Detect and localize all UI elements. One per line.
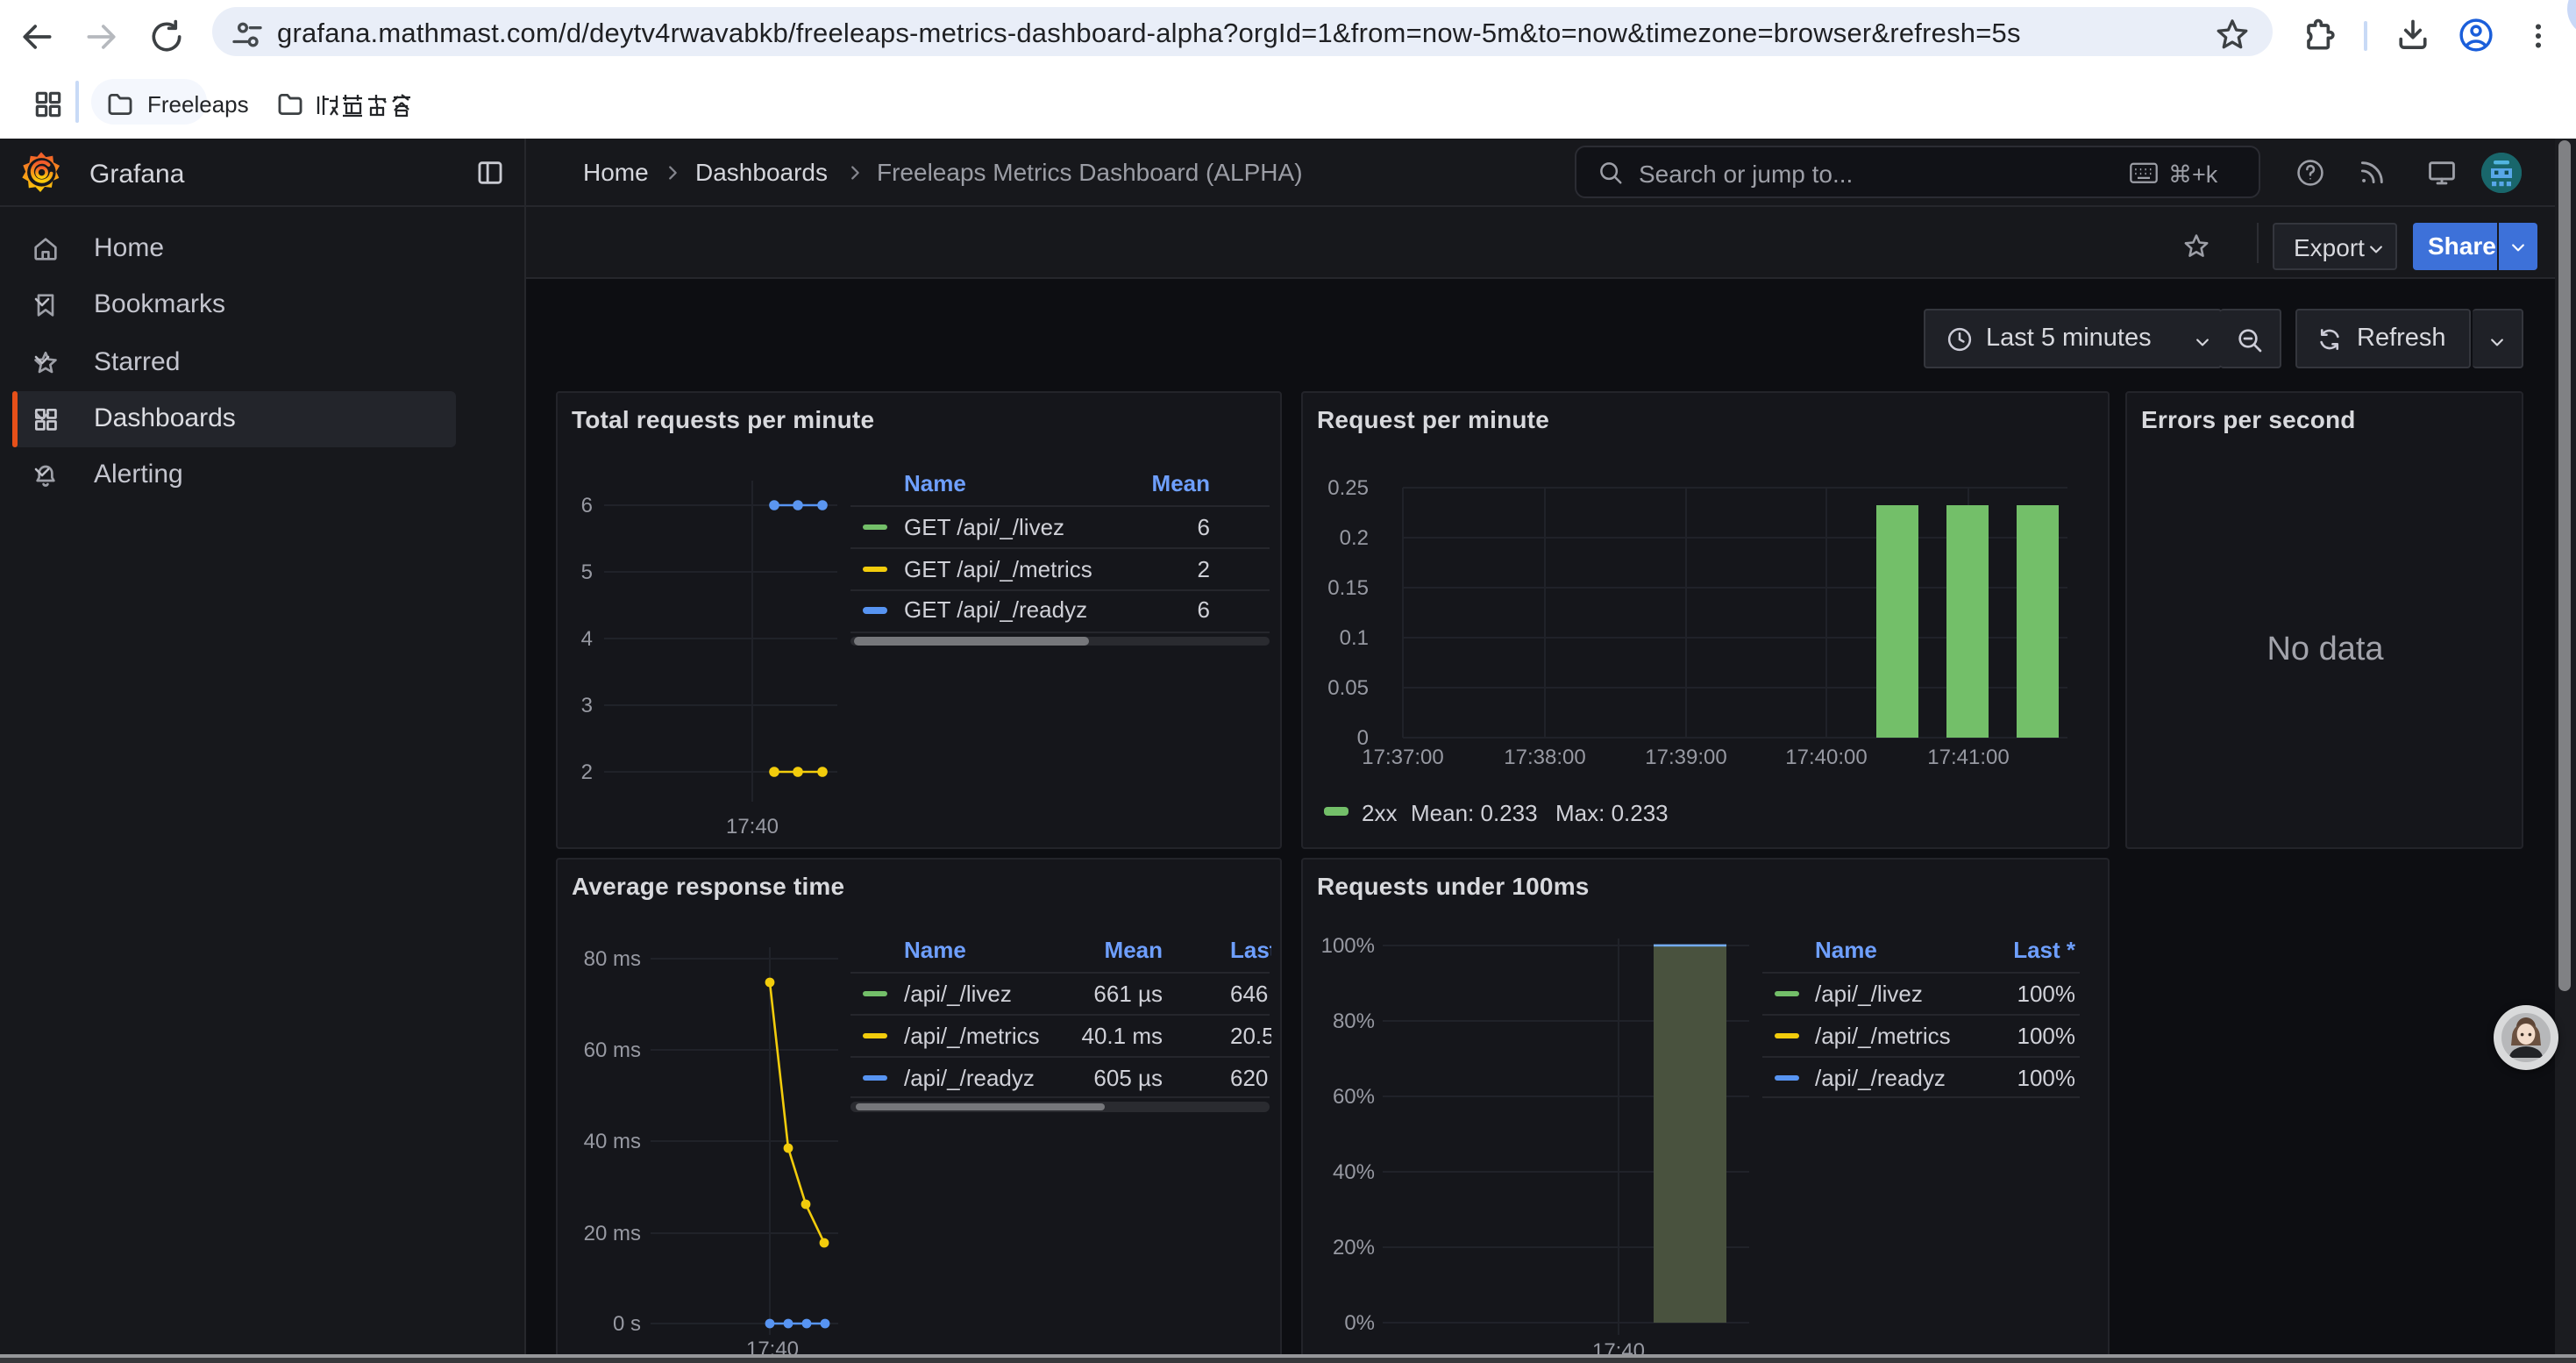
svg-text:40 ms: 40 ms — [583, 1129, 640, 1152]
svg-text:60%: 60% — [1332, 1084, 1374, 1108]
svg-text:17:40: 17:40 — [725, 815, 778, 838]
svg-text:80 ms: 80 ms — [583, 946, 640, 970]
svg-text:17:41:00: 17:41:00 — [1926, 746, 2008, 769]
svg-text:0 s: 0 s — [612, 1311, 640, 1335]
svg-text:17:39:00: 17:39:00 — [1644, 746, 1726, 769]
svg-text:17:37:00: 17:37:00 — [1361, 746, 1442, 769]
svg-text:17:40:00: 17:40:00 — [1784, 746, 1866, 769]
svg-text:20 ms: 20 ms — [583, 1221, 640, 1245]
svg-text:2: 2 — [580, 760, 592, 784]
svg-text:5: 5 — [580, 560, 592, 584]
svg-text:4: 4 — [580, 627, 592, 651]
svg-text:3: 3 — [580, 694, 592, 717]
svg-text:40%: 40% — [1332, 1160, 1374, 1183]
svg-text:60 ms: 60 ms — [583, 1038, 640, 1061]
svg-text:0%: 0% — [1343, 1310, 1374, 1334]
svg-text:17:38:00: 17:38:00 — [1503, 746, 1584, 769]
svg-text:0.25: 0.25 — [1327, 476, 1368, 500]
svg-text:0.15: 0.15 — [1327, 576, 1368, 600]
svg-text:6: 6 — [580, 494, 592, 517]
svg-text:20%: 20% — [1332, 1235, 1374, 1259]
svg-text:100%: 100% — [1320, 933, 1374, 957]
svg-text:0.05: 0.05 — [1327, 676, 1368, 700]
svg-text:0.2: 0.2 — [1339, 526, 1368, 550]
svg-text:80%: 80% — [1332, 1009, 1374, 1032]
svg-text:0.1: 0.1 — [1339, 626, 1368, 650]
